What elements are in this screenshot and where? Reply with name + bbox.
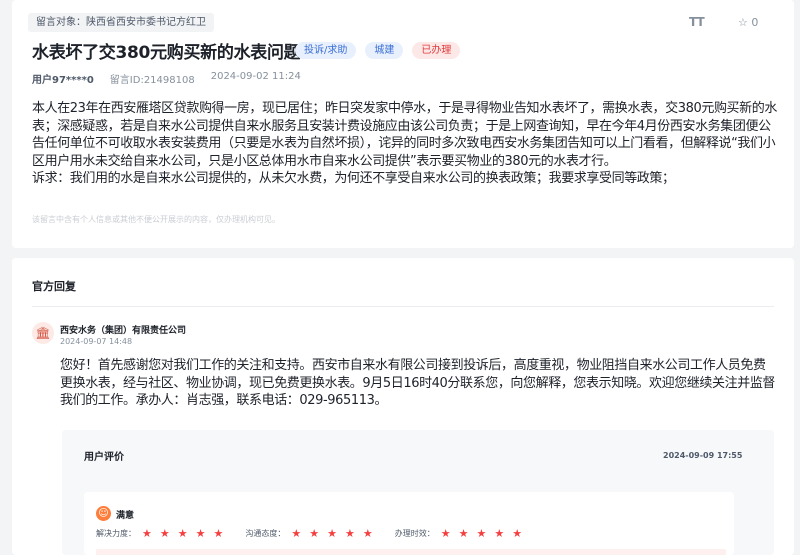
favorite-button[interactable]: ☆ 0 — [738, 16, 758, 29]
message-meta: 用户97****0 留言ID:21498108 2024-09-02 11:24 — [32, 71, 301, 86]
star-outline-icon: ☆ — [738, 16, 748, 29]
message-title: 水表坏了交380元购买新的水表问题 — [32, 43, 301, 63]
tag-status: 已办理 — [412, 42, 461, 59]
evaluation-card — [84, 492, 734, 555]
star-icon: ★ — [177, 527, 188, 540]
star-icon: ★ — [291, 527, 302, 540]
rating-label: 办理时效： — [394, 529, 435, 538]
reply-org-name: 西安水务（集团）有限责任公司 — [60, 326, 187, 336]
reply-divider — [32, 306, 774, 307]
star-icon: ★ — [362, 527, 373, 540]
star-icon: ★ — [159, 527, 170, 540]
star-icon: ★ — [494, 527, 505, 540]
message-id: 留言ID:21498108 — [109, 75, 195, 86]
rating-timeliness: 办理时效： ★ ★ ★ ★ ★ — [395, 528, 522, 539]
message-body: 本人在23年在西安雁塔区贷款购得一房，现已居住；昨日突发家中停水，于是寻得物业告… — [32, 100, 778, 188]
evaluation-title: 用户评价 — [84, 452, 124, 463]
star-icon: ★ — [458, 527, 469, 540]
satisfaction-label: 满意 — [116, 511, 135, 521]
star-icon: ★ — [195, 527, 206, 540]
rating-stars: ★ ★ ★ ★ ★ — [291, 528, 372, 539]
star-icon: ★ — [327, 527, 337, 540]
star-icon: ★ — [476, 527, 487, 540]
rating-resolution: 解决力度： ★ ★ ★ ★ ★ — [96, 528, 223, 539]
privacy-note: 该留言中含有个人信息或其他不便公开展示的内容，仅办理机构可见。 — [32, 215, 280, 224]
reply-text: 您好！首先感谢您对我们工作的关注和支持。西安市自来水有限公司接到投诉后，高度重视… — [60, 358, 776, 409]
font-size-icon[interactable]: TT — [689, 15, 705, 29]
star-icon: ★ — [142, 527, 152, 540]
star-icon: ★ — [440, 527, 451, 540]
star-icon: ★ — [345, 527, 355, 540]
message-body-paragraph: 本人在23年在西安雁塔区贷款购得一房，现已居住；昨日突发家中停水，于是寻得物业告… — [32, 101, 777, 169]
reply-section-title: 官方回复 — [32, 280, 76, 293]
rating-label: 解决力度： — [96, 529, 136, 538]
smile-face-icon: ☺ — [96, 506, 111, 521]
evaluation-comment-box — [96, 549, 726, 555]
evaluation-date: 2024-09-09 17:55 — [663, 451, 743, 460]
message-user: 用户97****0 — [32, 75, 94, 86]
tag-category: 投诉/求助 — [295, 42, 357, 59]
message-target-tag: 留言对象：陕西省西安市委书记方红卫 — [28, 13, 214, 32]
message-datetime: 2024-09-02 11:24 — [210, 71, 301, 82]
rating-row: 解决力度： ★ ★ ★ ★ ★ 沟通态度： ★ ★ ★ ★ ★ 办理时效： ★ ★ ★ ★ ★ — [96, 528, 544, 539]
reply-date: 2024-09-07 14:48 — [60, 337, 133, 346]
rating-stars: ★ ★ ★ ★ ★ — [142, 528, 223, 539]
government-building-icon: 🏛 — [32, 322, 54, 344]
star-icon: ★ — [213, 527, 224, 540]
rating-attitude: 沟通态度： ★ ★ ★ ★ ★ — [245, 528, 372, 539]
favorite-count: 0 — [751, 16, 759, 29]
star-icon: ★ — [512, 527, 523, 540]
star-icon: ★ — [309, 527, 320, 540]
tag-field: 城建 — [365, 42, 404, 59]
rating-stars: ★ ★ ★ ★ ★ — [441, 528, 522, 539]
message-tags: 投诉/求助 城建 已办理 — [295, 42, 461, 59]
rating-label: 沟通态度： — [245, 529, 286, 538]
message-body-paragraph: 诉求：我们用的水是自来水公司提供的，从未欠水费，为何还不享受自来水公司的换表政策… — [32, 171, 675, 187]
